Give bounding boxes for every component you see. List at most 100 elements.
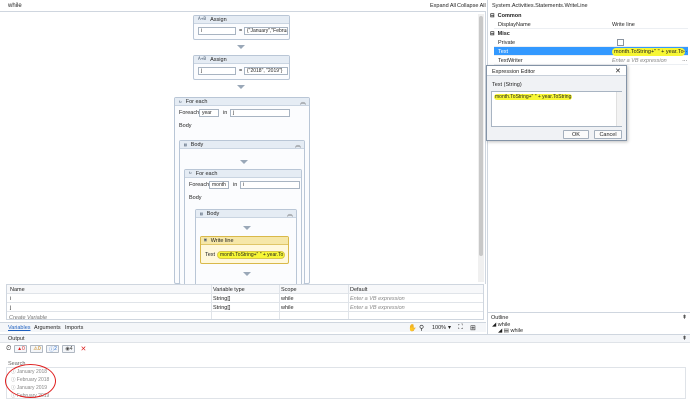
variable-type[interactable]: String[] [213, 296, 230, 302]
column-header-name[interactable]: Name [10, 287, 25, 293]
expression-textarea[interactable]: month.ToString+" " + year.ToString [491, 91, 622, 127]
property-value-text[interactable]: month.ToString+" " + year.To [612, 47, 685, 56]
zoom-icon[interactable]: ⚲ [419, 324, 424, 332]
outer-body-sequence[interactable]: ▤ Body ︽ ↻ For each Foreach month in i Bod… [179, 140, 305, 287]
assign-to-field[interactable]: j [198, 67, 236, 75]
column-header-default[interactable]: Default [350, 287, 367, 293]
foreach-item-field[interactable]: year [199, 109, 219, 117]
outline-title: Outline [491, 315, 509, 321]
property-row-private[interactable]: Private [494, 38, 688, 47]
trace-count: 4 [69, 346, 73, 352]
property-row-text[interactable]: Text month.ToString+" " + year.To [494, 47, 688, 56]
collapse-section-icon[interactable]: ⊟ [490, 13, 495, 19]
assign-activity-2[interactable]: A+B Assign j = {"2018", "2019"} [193, 55, 290, 80]
variables-panel[interactable]: Name Variable type Scope Default i Strin… [6, 284, 484, 321]
clear-output-icon[interactable]: ✕ [80, 345, 86, 353]
column-header-type[interactable]: Variable type [213, 287, 245, 293]
variable-scope[interactable]: while [281, 305, 294, 311]
foreach-outer-activity[interactable]: ↻ For each ︽ Foreach year in j Body ▤ Body… [174, 97, 310, 287]
cancel-button[interactable]: Cancel [594, 130, 622, 139]
assign-activity-1[interactable]: A+B Assign i = {"January","Februa [193, 15, 290, 40]
property-name: Text [498, 48, 509, 55]
tab-arguments[interactable]: Arguments [34, 325, 61, 331]
property-value[interactable]: Write line [612, 22, 635, 28]
private-checkbox[interactable] [617, 39, 624, 46]
expression-editor-dialog[interactable]: Expression Editor ✕ Text (String) month.… [486, 65, 627, 141]
misc-section-header[interactable]: ⊟ Misc [490, 29, 688, 38]
equals-sign: = [239, 68, 243, 74]
variables-header-row: Name Variable type Scope Default [7, 285, 483, 294]
ellipsis-button[interactable]: … [682, 48, 688, 54]
breadcrumb[interactable]: while [8, 3, 22, 9]
ellipsis-button[interactable]: … [682, 57, 688, 63]
create-variable-link[interactable]: Create Variable [9, 315, 47, 321]
activity-type-label: System.Activities.Statements.WriteLine [492, 3, 588, 9]
properties-panel: System.Activities.Statements.WriteLine ⊟… [487, 0, 690, 312]
clock-icon[interactable]: ⏲ [6, 345, 11, 353]
foreach-source-field[interactable]: i [240, 181, 300, 189]
foreach-icon: ↻ [189, 171, 192, 176]
tab-imports[interactable]: Imports [65, 325, 83, 331]
expression-text[interactable]: month.ToString+" " + year.ToString [494, 94, 573, 100]
zoom-dropdown-icon[interactable]: ▾ [448, 324, 451, 331]
inner-body-sequence[interactable]: ▤ Body ︽ ▣ Write line Text month.ToString+… [195, 209, 297, 287]
textarea-scrollbar[interactable] [616, 92, 622, 126]
text-label: Text [205, 252, 216, 258]
property-name: TextWriter [498, 57, 523, 64]
property-row-displayname[interactable]: DisplayName Write line [494, 20, 688, 29]
warning-filter-button[interactable]: ⚠ 0 [30, 345, 44, 353]
collapse-all-button[interactable]: Collapse All [457, 3, 486, 9]
tab-variables[interactable]: Variables [8, 325, 31, 331]
variable-row[interactable]: j String[] while Enter a VB expression [7, 303, 483, 312]
variable-default[interactable]: Enter a VB expression [350, 305, 405, 311]
warning-count: 0 [37, 346, 41, 352]
body-title: Body [190, 141, 204, 148]
assign-value-field[interactable]: {"2018", "2019"} [244, 67, 288, 75]
output-panel: Output ⇞ ⏲ ▲ 0 ⚠ 0 ⓘ 2 ◉ 4 ✕ Search ⓘ Januar… [0, 334, 690, 400]
zoom-level[interactable]: 100% [432, 325, 446, 331]
variable-name[interactable]: i [10, 296, 11, 302]
column-divider [279, 285, 280, 319]
in-label: in [223, 110, 228, 116]
assign-to-field[interactable]: i [198, 27, 236, 35]
equals-sign: = [239, 28, 243, 34]
output-log[interactable]: ⓘ January 2018 ⓘ February 2018 ⓘ January… [6, 367, 686, 399]
common-section-header[interactable]: ⊟ Common [490, 11, 688, 20]
property-value[interactable]: Enter a VB expression [612, 58, 667, 64]
foreach-inner-activity[interactable]: ↻ For each Foreach month in i Body ▤ Body … [184, 169, 302, 287]
foreach-icon: ↻ [179, 99, 182, 105]
expand-all-button[interactable]: Expand All [430, 3, 456, 9]
property-row-textwriter[interactable]: TextWriter Enter a VB expression [494, 56, 688, 65]
trace-filter-button[interactable]: ◉ 4 [62, 345, 76, 353]
variable-name[interactable]: j [10, 305, 11, 311]
outline-node[interactable]: ◢ ▤ while [498, 328, 523, 334]
collapse-chevron-icon[interactable]: ︽ [287, 209, 293, 218]
variable-scope[interactable]: while [281, 296, 294, 302]
overview-map-icon[interactable]: ⊞ [470, 324, 476, 332]
foreach-source-field[interactable]: j [230, 109, 290, 117]
assign-value-field[interactable]: {"January","Februa [244, 27, 288, 35]
scrollbar-thumb[interactable] [479, 16, 483, 256]
fit-to-screen-icon[interactable]: ⛶ [458, 324, 463, 332]
variable-default[interactable]: Enter a VB expression [350, 296, 405, 302]
variable-row[interactable]: i String[] while Enter a VB expression [7, 294, 483, 303]
writeline-activity[interactable]: ▣ Write line Text month.ToString+" " + ye… [200, 236, 289, 264]
info-filter-button[interactable]: ⓘ 2 [46, 345, 60, 353]
close-icon[interactable]: ✕ [615, 67, 621, 75]
collapse-section-icon[interactable]: ⊟ [490, 31, 495, 37]
variable-type[interactable]: String[] [213, 305, 230, 311]
dialog-title: Expression Editor [492, 68, 536, 75]
designer-scrollbar[interactable] [478, 14, 484, 282]
pin-icon[interactable]: ⇞ [682, 335, 687, 342]
writeline-text-field[interactable]: month.ToString+" " + year.To [217, 251, 285, 259]
collapse-chevron-icon[interactable]: ︽ [300, 97, 306, 106]
collapse-chevron-icon[interactable]: ︽ [295, 140, 301, 149]
sequence-icon: ▤ [200, 211, 203, 217]
pin-icon[interactable]: ⇞ [682, 314, 687, 321]
foreach-item-field[interactable]: month [209, 181, 229, 189]
ok-button[interactable]: OK [563, 130, 589, 139]
dialog-titlebar[interactable]: Expression Editor ✕ [487, 66, 626, 76]
pan-hand-icon[interactable]: ✋ [408, 324, 417, 332]
error-filter-button[interactable]: ▲ 0 [14, 345, 28, 353]
column-header-scope[interactable]: Scope [281, 287, 297, 293]
